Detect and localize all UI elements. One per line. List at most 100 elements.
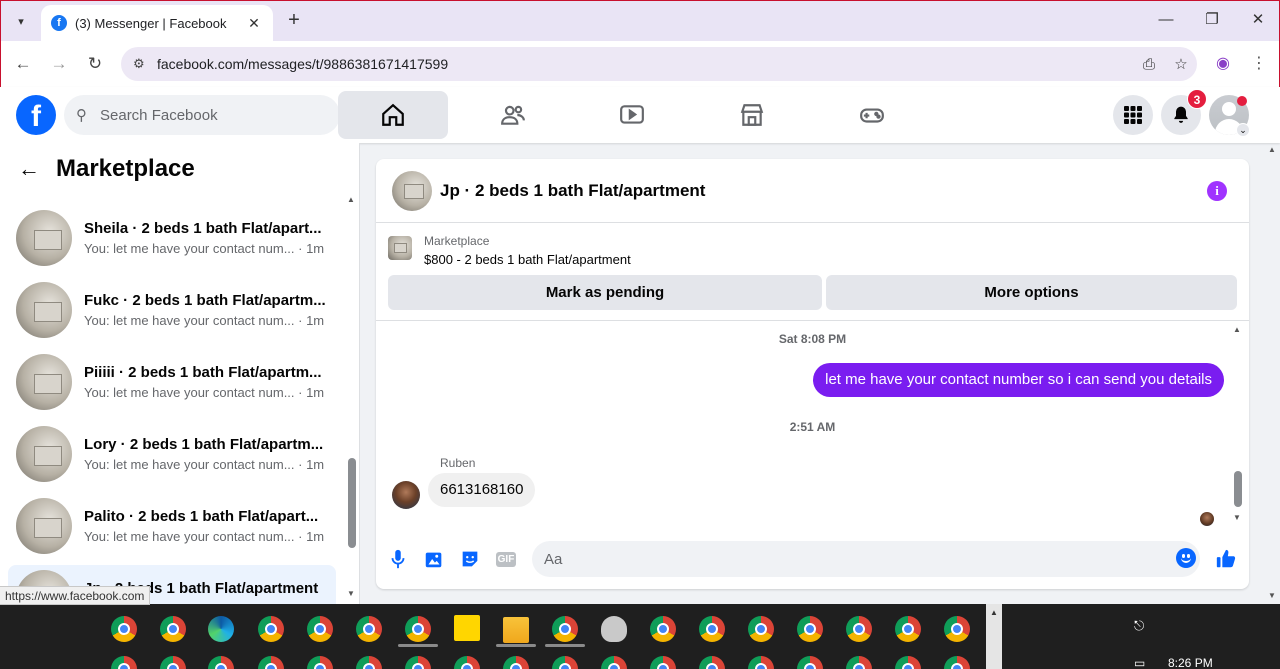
chrome-taskbar-icon[interactable] bbox=[797, 656, 823, 669]
chrome-taskbar-icon[interactable] bbox=[944, 656, 970, 669]
browser-tab[interactable]: f (3) Messenger | Facebook ✕ bbox=[41, 5, 273, 41]
chrome-taskbar-icon[interactable] bbox=[454, 656, 480, 669]
chrome-taskbar-icon[interactable] bbox=[895, 656, 921, 669]
more-options-button[interactable]: More options bbox=[826, 275, 1237, 310]
video-icon[interactable] bbox=[577, 91, 687, 139]
new-tab-icon[interactable]: + bbox=[283, 9, 305, 31]
tray-clock[interactable]: 8:26 PM bbox=[1168, 656, 1213, 669]
scroll-up-arrow-icon[interactable]: ▲ bbox=[990, 608, 998, 617]
account-chevron-down-icon[interactable]: ⌄ bbox=[1236, 123, 1250, 137]
back-arrow-icon[interactable]: ← bbox=[18, 156, 56, 182]
incoming-message[interactable]: 6613168160 bbox=[428, 473, 536, 507]
listing-small-thumbnail[interactable] bbox=[388, 236, 412, 260]
conversation-item[interactable]: Fukc · 2 beds 1 bath Flat/apartm... You:… bbox=[8, 277, 336, 343]
thumbs-up-icon[interactable] bbox=[1214, 547, 1238, 571]
gif-icon[interactable]: GIF bbox=[494, 547, 518, 571]
chrome-taskbar-icon[interactable] bbox=[699, 656, 725, 669]
sticky-notes-taskbar-icon[interactable] bbox=[454, 615, 480, 641]
scroll-up-arrow-icon[interactable]: ▲ bbox=[1268, 145, 1276, 154]
site-info-icon[interactable]: ⚙ bbox=[133, 56, 157, 72]
page-scrollbar[interactable]: ▲ ▼ bbox=[1266, 143, 1280, 604]
chrome-taskbar-icon[interactable] bbox=[601, 656, 627, 669]
chrome-taskbar-icon[interactable] bbox=[650, 616, 676, 642]
address-url[interactable]: facebook.com/messages/t/9886381671417599 bbox=[157, 56, 1133, 72]
chrome-taskbar-icon[interactable] bbox=[650, 656, 676, 669]
mark-as-pending-button[interactable]: Mark as pending bbox=[388, 275, 822, 310]
sidebar-scroll-thumb[interactable] bbox=[348, 458, 356, 548]
chat-title[interactable]: Jp · 2 beds 1 bath Flat/apartment bbox=[440, 181, 705, 201]
chrome-taskbar-icon[interactable] bbox=[699, 616, 725, 642]
conversation-item[interactable]: Sheila · 2 beds 1 bath Flat/apart... You… bbox=[8, 205, 336, 271]
conversation-item[interactable]: Piiiii · 2 beds 1 bath Flat/apartm... Yo… bbox=[8, 349, 336, 415]
chat-scrollbar[interactable]: ▲ ▼ bbox=[1233, 325, 1243, 525]
edge-taskbar-icon[interactable] bbox=[208, 616, 234, 642]
install-app-icon[interactable]: ⎙ bbox=[1133, 56, 1165, 73]
scroll-down-arrow-icon[interactable]: ▼ bbox=[1268, 591, 1276, 600]
profile-icon[interactable]: ◉ bbox=[1212, 53, 1234, 75]
microphone-icon[interactable] bbox=[386, 547, 410, 571]
file-explorer-taskbar-icon[interactable] bbox=[503, 617, 529, 643]
facebook-logo-icon[interactable]: f bbox=[16, 95, 56, 135]
close-tab-icon[interactable]: ✕ bbox=[245, 15, 263, 32]
chrome-taskbar-icon[interactable] bbox=[552, 656, 578, 669]
chrome-taskbar-icon[interactable] bbox=[748, 616, 774, 642]
sender-avatar[interactable] bbox=[392, 481, 420, 509]
reload-icon[interactable]: ↻ bbox=[84, 53, 106, 75]
conversation-item[interactable]: Palito · 2 beds 1 bath Flat/apart... You… bbox=[8, 493, 336, 559]
chrome-taskbar-icon[interactable] bbox=[208, 656, 234, 669]
chrome-taskbar-icon[interactable] bbox=[258, 656, 284, 669]
chat-scroll-thumb[interactable] bbox=[1234, 471, 1242, 507]
chrome-taskbar-icon[interactable] bbox=[405, 616, 431, 642]
chrome-taskbar-icon[interactable] bbox=[797, 616, 823, 642]
chrome-taskbar-icon[interactable] bbox=[307, 616, 333, 642]
scroll-down-arrow-icon[interactable]: ▼ bbox=[1233, 513, 1241, 522]
chrome-taskbar-icon[interactable] bbox=[552, 616, 578, 642]
scroll-up-arrow-icon[interactable]: ▲ bbox=[1233, 325, 1241, 334]
emoji-icon[interactable] bbox=[1176, 548, 1196, 568]
marketplace-icon[interactable] bbox=[697, 91, 807, 139]
sidebar-scrollbar[interactable]: ▲ ▼ bbox=[346, 193, 356, 603]
facebook-search[interactable]: ⚲ bbox=[64, 95, 340, 135]
message-input[interactable] bbox=[532, 541, 1200, 577]
outgoing-message[interactable]: let me have your contact number so i can… bbox=[813, 363, 1224, 397]
back-icon[interactable]: ← bbox=[12, 53, 34, 75]
menu-grid-icon[interactable] bbox=[1113, 95, 1153, 135]
minimize-icon[interactable]: — bbox=[1155, 9, 1177, 31]
chrome-taskbar-icon[interactable] bbox=[356, 616, 382, 642]
menu-kebab-icon[interactable]: ⋮ bbox=[1248, 53, 1270, 75]
tray-device-icon[interactable]: ⎋ bbox=[1134, 618, 1150, 634]
chrome-taskbar-icon[interactable] bbox=[944, 616, 970, 642]
tab-search-icon[interactable]: ▾ bbox=[9, 9, 33, 33]
info-icon[interactable]: i bbox=[1207, 181, 1227, 201]
scroll-up-arrow-icon[interactable]: ▲ bbox=[347, 195, 355, 204]
chrome-taskbar-icon[interactable] bbox=[356, 656, 382, 669]
chrome-taskbar-icon[interactable] bbox=[307, 656, 333, 669]
search-input[interactable] bbox=[100, 106, 320, 124]
scroll-down-arrow-icon[interactable]: ▼ bbox=[347, 589, 355, 598]
chrome-taskbar-icon[interactable] bbox=[748, 656, 774, 669]
tray-network-icon[interactable]: ▭ bbox=[1134, 656, 1145, 669]
chrome-taskbar-icon[interactable] bbox=[895, 616, 921, 642]
chrome-taskbar-icon[interactable] bbox=[111, 656, 137, 669]
chrome-taskbar-icon[interactable] bbox=[111, 616, 137, 642]
chrome-taskbar-icon[interactable] bbox=[160, 616, 186, 642]
forward-icon[interactable]: → bbox=[48, 53, 70, 75]
app-taskbar-icon[interactable] bbox=[601, 616, 627, 642]
restore-icon[interactable]: ❐ bbox=[1201, 9, 1223, 31]
chrome-taskbar-icon[interactable] bbox=[846, 656, 872, 669]
close-window-icon[interactable]: ✕ bbox=[1247, 9, 1269, 31]
gaming-icon[interactable] bbox=[817, 91, 927, 139]
taskbar-scrollbar[interactable]: ▲ bbox=[986, 604, 1002, 669]
conversation-item[interactable]: Lory · 2 beds 1 bath Flat/apartm... You:… bbox=[8, 421, 336, 487]
sticker-icon[interactable] bbox=[458, 547, 482, 571]
photo-gallery-icon[interactable] bbox=[422, 547, 446, 571]
chrome-taskbar-icon[interactable] bbox=[160, 656, 186, 669]
home-icon[interactable] bbox=[338, 91, 448, 139]
chrome-taskbar-icon[interactable] bbox=[503, 656, 529, 669]
chrome-taskbar-icon[interactable] bbox=[258, 616, 284, 642]
bookmark-star-icon[interactable]: ☆ bbox=[1165, 55, 1197, 73]
chrome-taskbar-icon[interactable] bbox=[405, 656, 431, 669]
address-bar[interactable]: ⚙ facebook.com/messages/t/98863816714175… bbox=[121, 47, 1197, 81]
chat-listing-thumbnail[interactable] bbox=[392, 170, 432, 211]
listing-price-title[interactable]: $800 - 2 beds 1 bath Flat/apartment bbox=[424, 252, 631, 267]
